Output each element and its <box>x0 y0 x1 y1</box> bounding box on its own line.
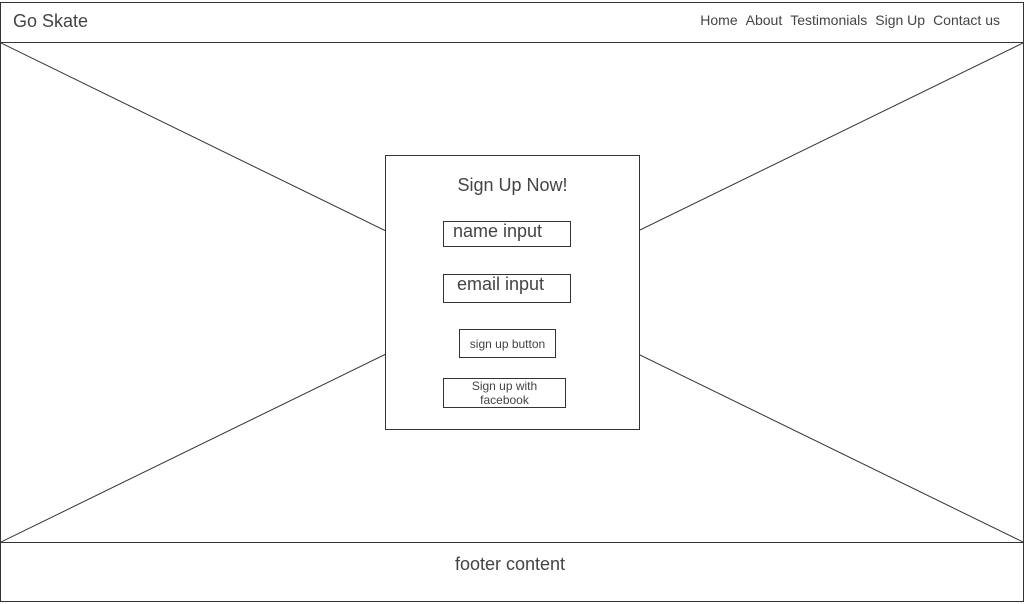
signup-title: Sign Up Now! <box>457 175 568 195</box>
main-nav: Home About Testimonials Sign Up Contact … <box>700 12 1000 28</box>
facebook-signup-button-label: Sign up with facebook <box>471 379 538 407</box>
nav-item-sign-up[interactable]: Sign Up <box>875 12 925 28</box>
nav-item-about[interactable]: About <box>746 12 783 28</box>
nav-item-home[interactable]: Home <box>700 12 737 28</box>
nav-item-testimonials[interactable]: Testimonials <box>790 12 867 28</box>
nav-item-contact-us[interactable]: Contact us <box>933 12 1000 28</box>
hero-image-placeholder: Sign Up Now! name input email input sign… <box>1 43 1023 543</box>
email-input[interactable]: email input <box>443 274 571 303</box>
signup-card: Sign Up Now! name input email input sign… <box>385 155 640 430</box>
brand-logo-text[interactable]: Go Skate <box>13 11 88 32</box>
footer-content: footer content <box>454 554 566 574</box>
signup-button[interactable]: sign up button <box>459 329 556 358</box>
signup-button-label: sign up button <box>469 336 546 351</box>
facebook-signup-button[interactable]: Sign up with facebook <box>443 378 566 408</box>
page-frame: Go Skate Home About Testimonials Sign Up… <box>0 2 1024 602</box>
site-footer: footer content <box>1 543 1023 601</box>
site-header: Go Skate Home About Testimonials Sign Up… <box>1 3 1023 43</box>
name-input[interactable]: name input <box>443 221 571 247</box>
